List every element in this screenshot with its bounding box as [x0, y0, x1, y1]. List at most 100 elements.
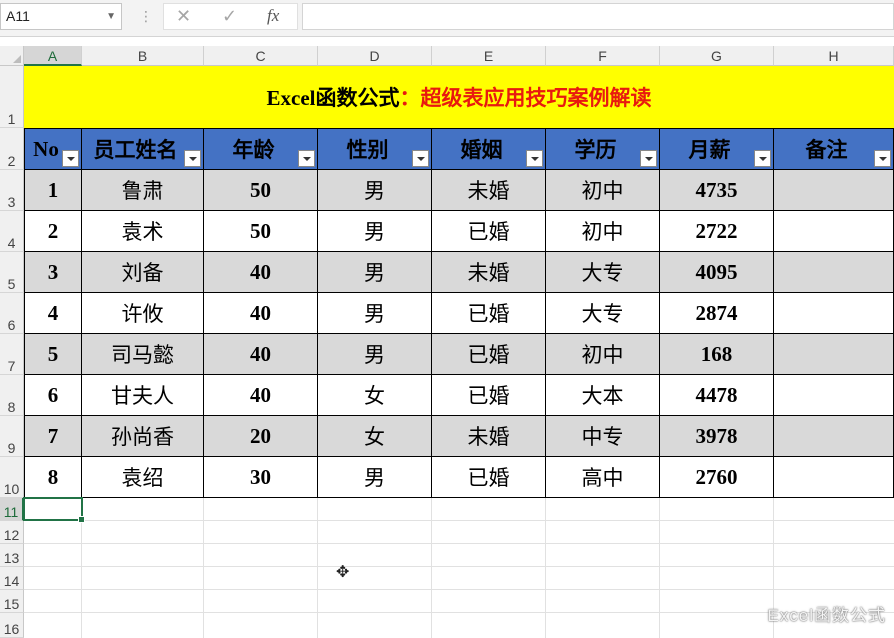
table-cell[interactable]: 未婚 — [432, 252, 546, 293]
table-cell[interactable]: 男 — [318, 252, 432, 293]
table-cell[interactable] — [774, 252, 894, 293]
table-header-cell[interactable]: 备注 — [774, 128, 894, 170]
row-header-2[interactable]: 2 — [0, 128, 24, 170]
table-cell[interactable]: 大专 — [546, 252, 660, 293]
table-cell[interactable]: 3978 — [660, 416, 774, 457]
insert-function-icon[interactable]: fx — [267, 6, 279, 26]
table-cell[interactable]: 孙尚香 — [82, 416, 204, 457]
enter-icon[interactable]: ✓ — [222, 6, 237, 27]
table-cell[interactable]: 女 — [318, 416, 432, 457]
table-cell[interactable]: 1 — [24, 170, 82, 211]
filter-dropdown-icon[interactable] — [526, 150, 543, 167]
table-cell[interactable] — [774, 170, 894, 211]
table-cell[interactable]: 袁术 — [82, 211, 204, 252]
table-cell[interactable]: 30 — [204, 457, 318, 498]
row-header-7[interactable]: 7 — [0, 334, 24, 375]
row-header-11[interactable]: 11 — [0, 498, 24, 521]
table-cell[interactable]: 4735 — [660, 170, 774, 211]
table-cell[interactable]: 已婚 — [432, 293, 546, 334]
table-cell[interactable]: 男 — [318, 293, 432, 334]
table-cell[interactable]: 司马懿 — [82, 334, 204, 375]
active-cell-a11[interactable] — [23, 497, 85, 523]
table-cell[interactable] — [774, 375, 894, 416]
column-header-f[interactable]: F — [546, 46, 660, 66]
column-header-e[interactable]: E — [432, 46, 546, 66]
table-cell[interactable]: 8 — [24, 457, 82, 498]
table-cell[interactable]: 50 — [204, 170, 318, 211]
sheet-title[interactable]: Excel函数公式 ：超级表应用技巧案例解读 — [24, 66, 894, 128]
table-cell[interactable]: 女 — [318, 375, 432, 416]
table-cell[interactable]: 20 — [204, 416, 318, 457]
table-cell[interactable]: 40 — [204, 252, 318, 293]
table-cell[interactable] — [774, 334, 894, 375]
table-cell[interactable]: 40 — [204, 375, 318, 416]
table-header-cell[interactable]: No — [24, 128, 82, 170]
filter-dropdown-icon[interactable] — [640, 150, 657, 167]
filter-dropdown-icon[interactable] — [412, 150, 429, 167]
table-cell[interactable]: 168 — [660, 334, 774, 375]
table-cell[interactable]: 鲁肃 — [82, 170, 204, 211]
table-header-cell[interactable]: 学历 — [546, 128, 660, 170]
table-cell[interactable]: 2760 — [660, 457, 774, 498]
row-header-9[interactable]: 9 — [0, 416, 24, 457]
column-header-h[interactable]: H — [774, 46, 894, 66]
table-cell[interactable]: 初中 — [546, 211, 660, 252]
table-cell[interactable]: 已婚 — [432, 211, 546, 252]
filter-dropdown-icon[interactable] — [298, 150, 315, 167]
column-header-c[interactable]: C — [204, 46, 318, 66]
select-all-corner[interactable] — [0, 46, 24, 66]
row-header-13[interactable]: 13 — [0, 544, 24, 567]
table-cell[interactable]: 已婚 — [432, 457, 546, 498]
filter-dropdown-icon[interactable] — [754, 150, 771, 167]
table-cell[interactable]: 刘备 — [82, 252, 204, 293]
table-cell[interactable]: 40 — [204, 334, 318, 375]
table-cell[interactable]: 40 — [204, 293, 318, 334]
filter-dropdown-icon[interactable] — [184, 150, 201, 167]
table-cell[interactable]: 2 — [24, 211, 82, 252]
name-box[interactable]: A11 ▼ — [0, 3, 122, 30]
table-header-cell[interactable]: 月薪 — [660, 128, 774, 170]
row-header-6[interactable]: 6 — [0, 293, 24, 334]
table-cell[interactable]: 袁绍 — [82, 457, 204, 498]
table-cell[interactable]: 未婚 — [432, 170, 546, 211]
table-cell[interactable]: 许攸 — [82, 293, 204, 334]
table-header-cell[interactable]: 年龄 — [204, 128, 318, 170]
filter-dropdown-icon[interactable] — [62, 150, 79, 167]
formula-input[interactable] — [302, 3, 894, 30]
table-cell[interactable]: 初中 — [546, 334, 660, 375]
table-header-cell[interactable]: 婚姻 — [432, 128, 546, 170]
table-cell[interactable]: 初中 — [546, 170, 660, 211]
table-cell[interactable]: 4478 — [660, 375, 774, 416]
table-cell[interactable]: 未婚 — [432, 416, 546, 457]
row-header-3[interactable]: 3 — [0, 170, 24, 211]
table-header-cell[interactable]: 性别 — [318, 128, 432, 170]
table-cell[interactable]: 男 — [318, 334, 432, 375]
row-header-4[interactable]: 4 — [0, 211, 24, 252]
column-header-b[interactable]: B — [82, 46, 204, 66]
row-header-15[interactable]: 15 — [0, 590, 24, 613]
column-header-a[interactable]: A — [24, 46, 82, 66]
cancel-icon[interactable]: ✕ — [176, 6, 191, 27]
table-cell[interactable]: 7 — [24, 416, 82, 457]
table-cell[interactable]: 6 — [24, 375, 82, 416]
row-header-10[interactable]: 10 — [0, 457, 24, 498]
table-cell[interactable]: 大本 — [546, 375, 660, 416]
table-cell[interactable]: 男 — [318, 170, 432, 211]
table-cell[interactable]: 男 — [318, 457, 432, 498]
table-cell[interactable]: 男 — [318, 211, 432, 252]
table-cell[interactable]: 4 — [24, 293, 82, 334]
row-header-14[interactable]: 14 — [0, 567, 24, 590]
chevron-down-icon[interactable]: ▼ — [106, 4, 116, 29]
table-cell[interactable]: 甘夫人 — [82, 375, 204, 416]
table-cell[interactable]: 高中 — [546, 457, 660, 498]
row-header-12[interactable]: 12 — [0, 521, 24, 544]
row-header-8[interactable]: 8 — [0, 375, 24, 416]
column-header-g[interactable]: G — [660, 46, 774, 66]
row-header-1[interactable]: 1 — [0, 66, 24, 128]
table-cell[interactable]: 5 — [24, 334, 82, 375]
table-header-cell[interactable]: 员工姓名 — [82, 128, 204, 170]
table-cell[interactable]: 大专 — [546, 293, 660, 334]
table-cell[interactable] — [774, 211, 894, 252]
table-cell[interactable]: 已婚 — [432, 334, 546, 375]
table-cell[interactable]: 50 — [204, 211, 318, 252]
